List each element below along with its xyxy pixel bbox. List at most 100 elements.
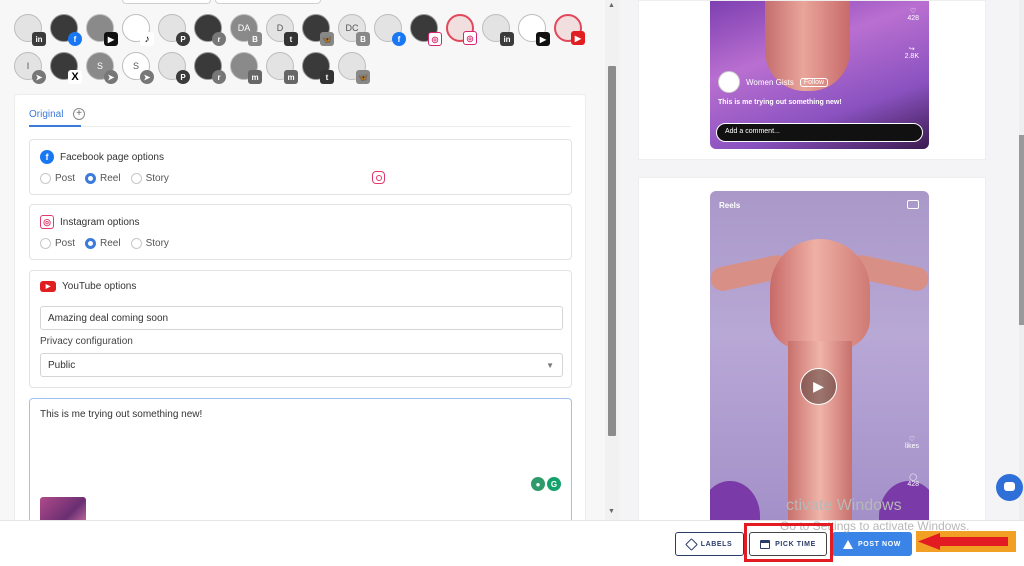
youtube-options-title: YouTube options	[62, 281, 137, 292]
account-avatar[interactable]: ◎	[410, 14, 442, 46]
account-avatar[interactable]: f	[50, 14, 82, 46]
account-avatar[interactable]: in	[482, 14, 514, 46]
instagram-icon: ◎	[40, 215, 54, 229]
telegram-icon: ➤	[104, 70, 118, 84]
account-avatar[interactable]: X	[50, 52, 82, 84]
account-avatar[interactable]: ▶	[554, 14, 585, 45]
top-button-partial[interactable]	[215, 0, 321, 4]
account-avatar[interactable]: DA B	[230, 14, 262, 46]
youtube-title-input[interactable]: Amazing deal coming soon	[40, 306, 563, 330]
instagram-options-title: Instagram options	[60, 216, 140, 228]
radio-selected-icon	[85, 173, 97, 184]
highlight-box	[744, 523, 833, 562]
account-avatar[interactable]: m	[230, 52, 262, 84]
account-avatar[interactable]: ♪	[122, 14, 154, 46]
preview-caption: This is me trying out something new!	[718, 99, 842, 106]
facebook-option-reel[interactable]: Reel	[85, 173, 121, 184]
play-icon[interactable]: ▶	[800, 368, 837, 405]
account-avatar[interactable]: t	[302, 52, 334, 84]
post-text-editor[interactable]: This is me trying out something new! ● G	[29, 398, 572, 520]
blogger-icon: B	[248, 32, 262, 46]
linkedin-icon: in	[32, 32, 46, 46]
instagram-option-story[interactable]: Story	[130, 238, 169, 249]
account-avatar[interactable]: ▶	[86, 14, 118, 46]
video-frame	[770, 239, 870, 349]
chevron-down-icon: ▼	[546, 361, 554, 370]
instagram-option-reel[interactable]: Reel	[85, 238, 121, 249]
instagram-option-post[interactable]: Post	[40, 238, 75, 249]
account-avatar[interactable]: f	[374, 14, 406, 46]
account-avatar[interactable]: ◎	[446, 14, 477, 45]
preview-panel: ♡ 428 ↪ 2.8K Women Gists Follow This is me…	[619, 0, 1024, 551]
comment-input[interactable]: Add a comment...	[716, 123, 923, 142]
camera-icon	[907, 200, 919, 209]
mastodon-icon: m	[284, 70, 298, 84]
account-name: Women Gists	[746, 77, 794, 87]
youtube-icon: ▶	[571, 31, 585, 45]
reels-label: Reels	[719, 201, 741, 210]
composer-panel: in f ▶ ♪ Pr DA B Dt 🦋 DC Bf ◎ ◎ in ▶ ▶ I ➤ X S ➤ S ➤ Pr m m t 🦋 Or…	[0, 0, 605, 520]
account-avatar[interactable]: in	[14, 14, 46, 46]
top-button-partial[interactable]	[122, 0, 211, 4]
account-avatar[interactable]: ▶	[518, 14, 550, 46]
tab-active-indicator	[29, 125, 81, 127]
account-logo	[718, 71, 740, 93]
account-avatar[interactable]: S ➤	[122, 52, 154, 84]
x-icon: X	[68, 70, 82, 84]
composer-scrollbar[interactable]: ▲ ▼	[605, 0, 619, 520]
facebook-option-story[interactable]: Story	[130, 173, 169, 184]
labels-button[interactable]: LABELS	[675, 532, 744, 556]
follow-button[interactable]: Follow	[799, 77, 829, 87]
instagram-icon	[372, 171, 385, 184]
preview-card-facebook: ♡ 428 ↪ 2.8K Women Gists Follow This is me…	[638, 0, 986, 160]
grammarly-icon[interactable]: G	[547, 477, 561, 491]
pinterest-icon: P	[176, 32, 190, 46]
account-avatar[interactable]: S ➤	[86, 52, 118, 84]
scrollbar-thumb[interactable]	[608, 66, 616, 436]
account-avatar[interactable]: DC B	[338, 14, 370, 46]
privacy-config-label: Privacy configuration	[40, 336, 133, 347]
account-avatar[interactable]: 🦋	[302, 14, 334, 46]
scroll-down-icon[interactable]: ▼	[608, 508, 615, 515]
privacy-select[interactable]: Public ▼	[40, 353, 563, 377]
instagram-icon: ◎	[428, 32, 442, 46]
plus-circle-icon[interactable]: +	[73, 108, 85, 120]
mastodon-icon: m	[248, 70, 262, 84]
facebook-icon: f	[40, 150, 54, 164]
location-icon[interactable]: ●	[531, 477, 545, 491]
chat-support-icon[interactable]	[996, 474, 1023, 501]
reddit-icon: r	[212, 70, 226, 84]
radio-selected-icon	[85, 238, 97, 249]
account-avatars-row: in f ▶ ♪ Pr DA B Dt 🦋 DC Bf ◎ ◎ in ▶ ▶	[14, 14, 594, 50]
account-avatar[interactable]: r	[194, 14, 226, 46]
youtube-icon: ▶	[536, 32, 550, 46]
annotation-arrow	[918, 533, 1008, 550]
instagram-options-section: ◎ Instagram options Post Reel Story	[29, 204, 572, 260]
post-text: This is me trying out something new!	[40, 409, 203, 420]
account-avatar[interactable]: Dt	[266, 14, 298, 46]
send-icon	[843, 539, 854, 549]
radio-icon	[130, 173, 142, 184]
composer-card: Original + f Facebook page options Post R…	[14, 94, 586, 520]
bluesky-icon: 🦋	[356, 70, 370, 84]
avatar-initials: S	[132, 61, 139, 71]
account-avatar[interactable]: P	[158, 52, 190, 84]
account-avatar[interactable]: 🦋	[338, 52, 370, 84]
facebook-icon: f	[68, 32, 82, 46]
account-avatar[interactable]: r	[194, 52, 226, 84]
account-avatar[interactable]: m	[266, 52, 298, 84]
radio-icon	[40, 173, 51, 184]
avatar-initials: S	[96, 61, 103, 71]
tag-icon	[684, 537, 698, 551]
tab-original[interactable]: Original	[29, 109, 63, 120]
post-now-button[interactable]: POST NOW	[832, 532, 912, 556]
radio-icon	[130, 238, 142, 249]
account-avatar[interactable]: I ➤	[14, 52, 46, 84]
facebook-option-post[interactable]: Post	[40, 173, 75, 184]
scroll-up-icon[interactable]: ▲	[608, 2, 615, 9]
media-thumbnail[interactable]	[40, 497, 86, 520]
account-avatar[interactable]: P	[158, 14, 190, 46]
scrollbar-thumb[interactable]	[1019, 135, 1024, 325]
telegram-icon: ➤	[140, 70, 154, 84]
radio-icon	[40, 238, 51, 249]
